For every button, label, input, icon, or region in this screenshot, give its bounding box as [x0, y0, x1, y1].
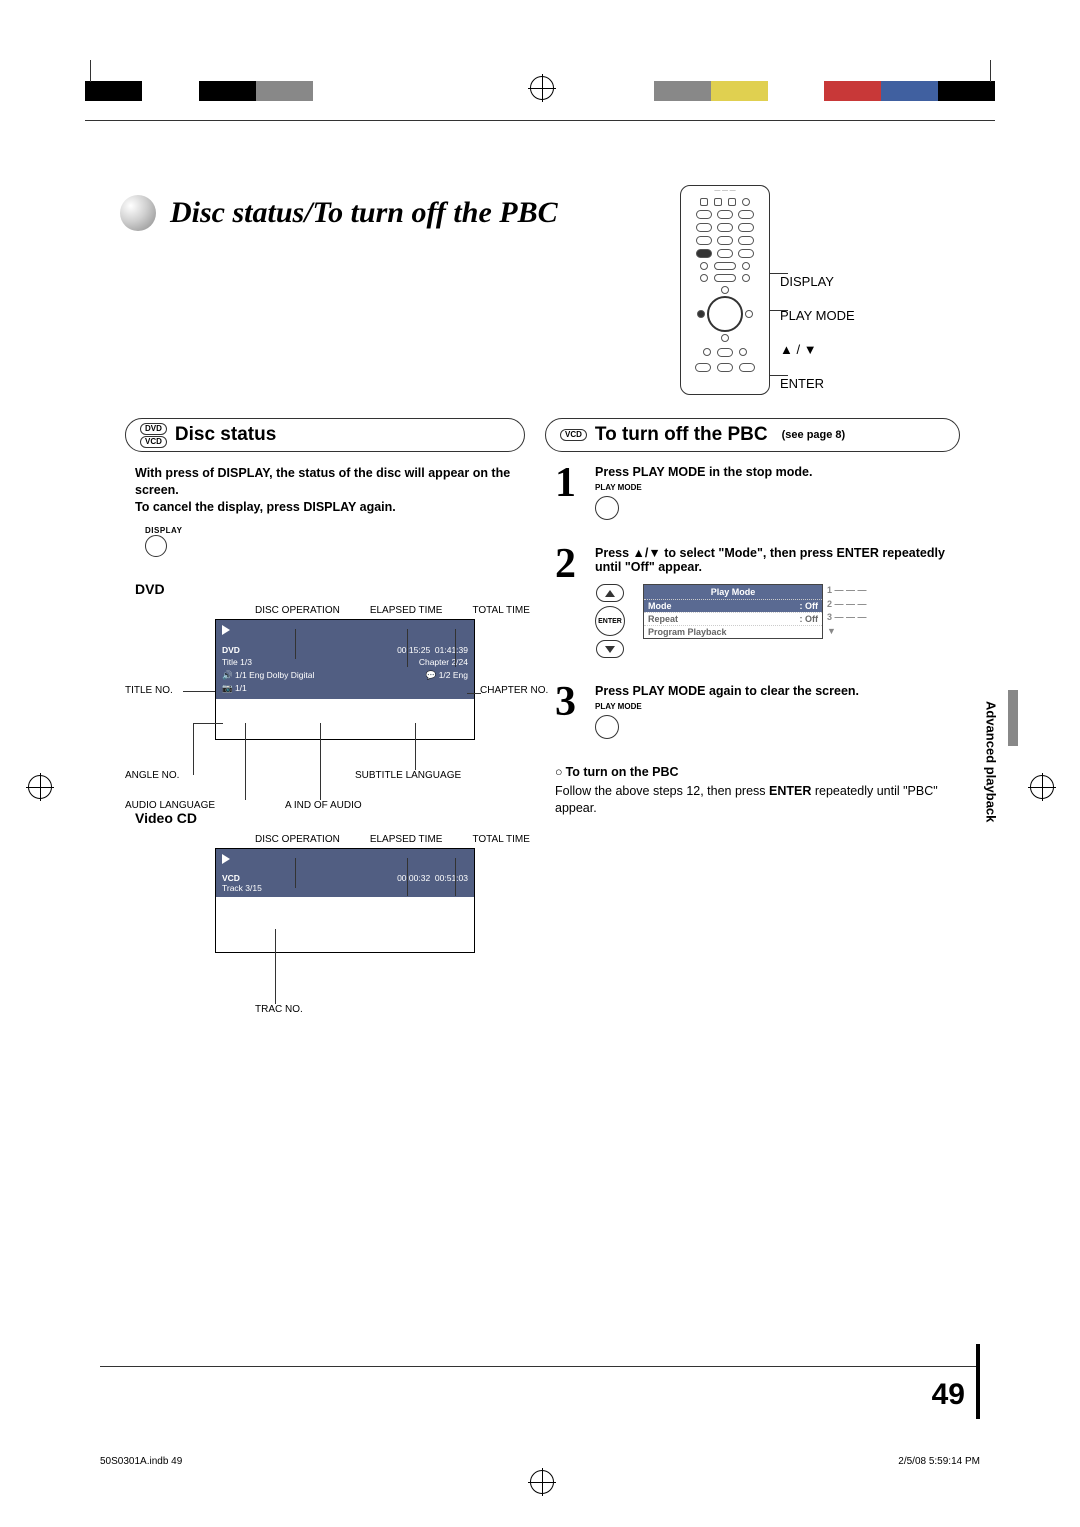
page-number-rule — [976, 1344, 980, 1419]
remote-label-enter: ENTER — [780, 367, 855, 401]
registration-mark-icon — [530, 76, 554, 100]
side-tab-label: Advanced playback — [980, 695, 1002, 895]
play-icon — [222, 625, 230, 635]
label-disc-operation: DISC OPERATION — [255, 605, 340, 616]
label-subtitle-lang: SUBTITLE LANGUAGE — [355, 770, 461, 781]
vcd-osd-diagram: DISC OPERATION ELAPSED TIME TOTAL TIME V… — [135, 834, 535, 953]
display-button-label: DISPLAY — [145, 526, 535, 535]
section-title: To turn off the PBC — [595, 424, 768, 446]
label-trac-no: TRAC NO. — [255, 1004, 303, 1015]
step-text: Press PLAY MODE again to clear the scree… — [595, 684, 955, 698]
playmode-button-icon — [595, 496, 619, 520]
registration-mark-icon — [530, 1470, 554, 1494]
dvd-subhead: DVD — [135, 581, 535, 597]
play-icon — [222, 854, 230, 864]
crop-mark — [90, 60, 91, 82]
label-angle-no: ANGLE NO. — [125, 770, 179, 781]
footer-filename: 50S0301A.indb 49 — [100, 1456, 182, 1467]
step-1: 1 Press PLAY MODE in the stop mode. PLAY… — [555, 465, 955, 520]
turn-on-pbc-head: To turn on the PBC — [555, 765, 955, 779]
thumb-tab-marker — [1008, 690, 1018, 746]
section-title: Disc status — [175, 424, 276, 446]
disc-status-column: With press of DISPLAY, the status of the… — [135, 465, 535, 953]
media-badge-icon: DVD VCD — [140, 423, 167, 448]
vcd-subhead: Video CD — [135, 810, 535, 826]
pbc-off-column: 1 Press PLAY MODE in the stop mode. PLAY… — [555, 465, 955, 817]
dvd-osd-diagram: DISC OPERATION ELAPSED TIME TOTAL TIME D… — [135, 605, 535, 740]
bottom-rule — [100, 1366, 980, 1367]
playmode-button-label: PLAY MODE — [595, 483, 955, 492]
remote-label-arrows: ▲ / ▼ — [780, 333, 855, 367]
label-kind-audio: A IND OF AUDIO — [285, 800, 362, 811]
remote-label-display: DISPLAY — [780, 265, 855, 299]
enter-button-icon: ENTER — [595, 606, 625, 636]
media-badge-icon: VCD — [560, 429, 587, 441]
step-text: Press PLAY MODE in the stop mode. — [595, 465, 955, 479]
registration-mark-icon — [1030, 775, 1054, 799]
step-number: 3 — [555, 684, 585, 739]
bullet-sphere-icon — [120, 195, 156, 231]
label-audio-lang: AUDIO LANGUAGE — [125, 800, 215, 811]
page-number: 49 — [932, 1378, 965, 1412]
step-2: 2 Press ▲/▼ to select "Mode", then press… — [555, 546, 955, 658]
arrow-pad-icon: ENTER — [595, 584, 625, 658]
step-text: Press ▲/▼ to select "Mode", then press E… — [595, 546, 955, 574]
page-title-row: Disc status/To turn off the PBC — [120, 195, 558, 231]
playmode-osd: Play Mode Mode: Off Repeat: Off Program … — [643, 584, 823, 639]
remote-diagram: — — — — [680, 185, 770, 395]
remote-label-playmode: PLAY MODE — [780, 299, 855, 333]
section-header-disc-status: DVD VCD Disc status — [125, 418, 525, 452]
page-title: Disc status/To turn off the PBC — [170, 196, 558, 230]
label-chapter-no: CHAPTER NO. — [480, 685, 550, 696]
intro-text: With press of DISPLAY, the status of the… — [135, 465, 535, 516]
crop-mark — [990, 60, 991, 82]
top-divider — [85, 120, 995, 121]
step-3: 3 Press PLAY MODE again to clear the scr… — [555, 684, 955, 739]
step-number: 2 — [555, 546, 585, 658]
see-page-ref: (see page 8) — [782, 429, 846, 441]
display-button-icon — [145, 535, 167, 557]
registration-mark-icon — [28, 775, 52, 799]
step-number: 1 — [555, 465, 585, 520]
section-header-pbc-off: VCD To turn off the PBC (see page 8) — [545, 418, 960, 452]
label-title-no: TITLE NO. — [125, 685, 173, 696]
playmode-button-label: PLAY MODE — [595, 702, 955, 711]
playmode-side-list: 1 — — — 2 — — — 3 — — — ▼ — [827, 584, 867, 638]
remote-labels: DISPLAY PLAY MODE ▲ / ▼ ENTER — [780, 265, 855, 401]
turn-on-pbc-body: Follow the above steps 12, then press EN… — [555, 783, 955, 817]
playmode-button-icon — [595, 715, 619, 739]
footer-timestamp: 2/5/08 5:59:14 PM — [898, 1456, 980, 1467]
